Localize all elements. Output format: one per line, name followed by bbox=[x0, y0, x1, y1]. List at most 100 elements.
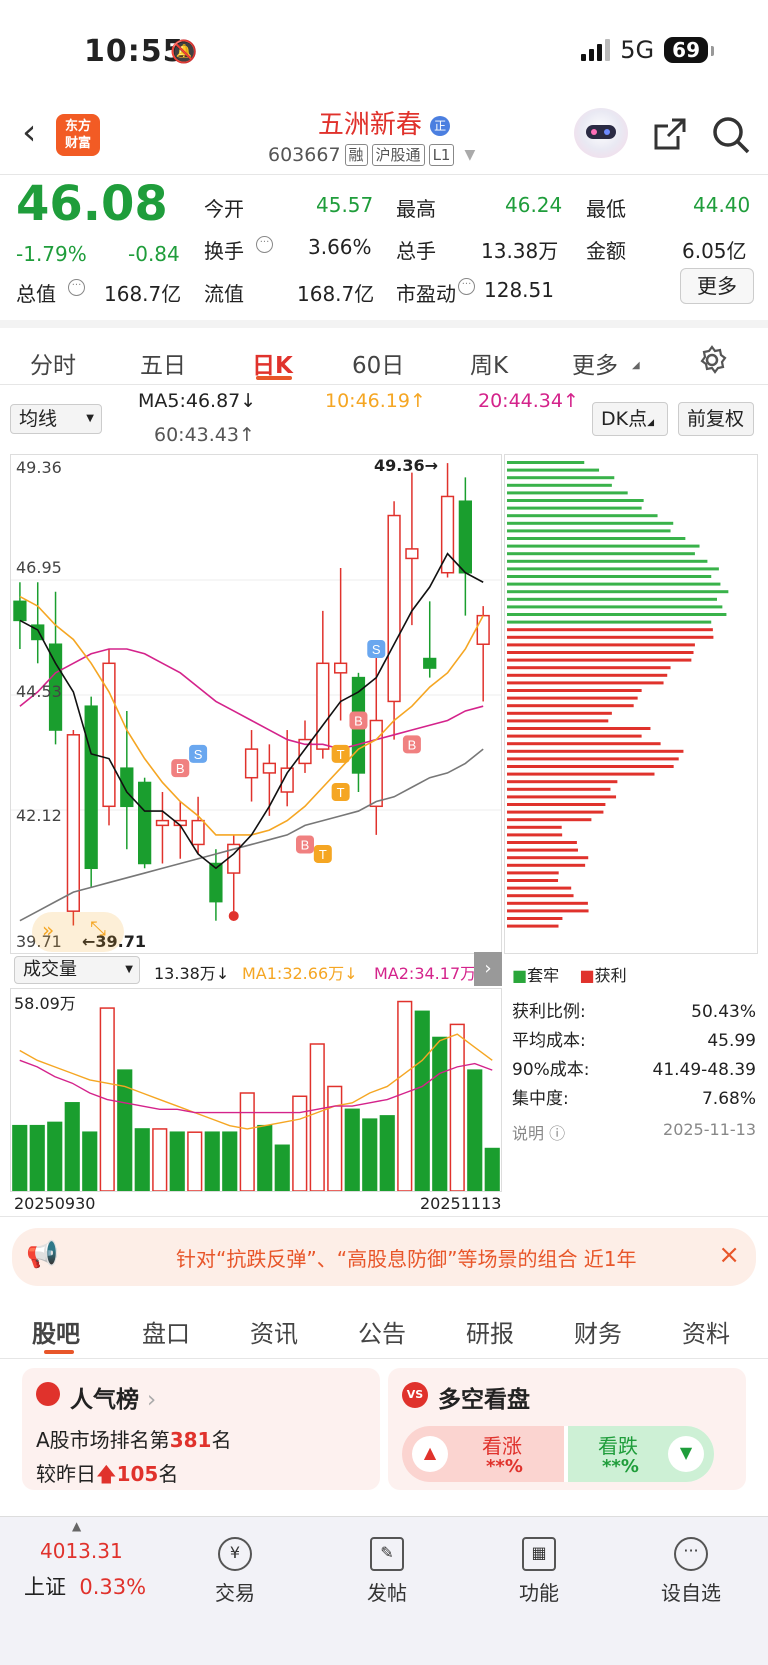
y-tick: 49.36 bbox=[16, 458, 62, 477]
info-icon[interactable]: ··· bbox=[256, 236, 273, 253]
more-triangle-icon: ◢ bbox=[632, 360, 640, 371]
chip-bar bbox=[507, 772, 655, 776]
info-icon[interactable]: ··· bbox=[68, 279, 85, 296]
candle bbox=[84, 705, 98, 870]
index-line[interactable]: 上证 0.33% bbox=[24, 1571, 146, 1601]
tab-60min[interactable]: 60日 bbox=[352, 346, 404, 380]
end-date: 20251113 bbox=[420, 1194, 502, 1213]
dropdown-icon: ▼ bbox=[86, 413, 94, 424]
ma5-label: MA5:46.87↓ bbox=[138, 390, 256, 412]
vote-down-button[interactable]: 看跌 **% ▼ bbox=[568, 1426, 714, 1482]
volume-total: 13.38万↓ bbox=[154, 964, 230, 983]
chevron-down-icon[interactable]: ▼ bbox=[464, 147, 475, 163]
volume-bar bbox=[484, 1147, 500, 1192]
stat-label: 总手 bbox=[396, 239, 436, 263]
tab-finance[interactable]: 财务 bbox=[574, 1314, 622, 1349]
corner-icon: ◢ bbox=[647, 418, 655, 428]
vote-up-button[interactable]: ▲ 看涨 **% bbox=[402, 1426, 564, 1482]
chip-bar bbox=[507, 719, 609, 723]
candle bbox=[316, 662, 330, 750]
chip-bar bbox=[507, 468, 600, 472]
volume-bar bbox=[12, 1124, 28, 1192]
chip-bar bbox=[507, 818, 592, 822]
tab-news[interactable]: 资讯 bbox=[250, 1314, 298, 1349]
note-label: 说明 bbox=[512, 1124, 545, 1143]
chip-stats: 获利比例: 50.43% 平均成本: 45.99 90%成本: 41.49-48.39… bbox=[512, 998, 756, 1114]
stock-name: 五洲新春 bbox=[317, 110, 422, 140]
chip-row-value: 7.68% bbox=[701, 1089, 756, 1109]
tab-more[interactable]: 更多 bbox=[572, 346, 618, 380]
chip-bar bbox=[507, 795, 617, 799]
chip-bar bbox=[507, 841, 577, 844]
chip-note[interactable]: 说明 ⓘ bbox=[512, 1120, 565, 1144]
volume-indicator-select[interactable]: 成交量 ▼ bbox=[14, 956, 140, 984]
popularity-card[interactable]: 人气榜 › A股市场排名第381名 较昨日🡅105名 bbox=[22, 1368, 380, 1490]
tab-announcements[interactable]: 公告 bbox=[358, 1314, 406, 1349]
gear-icon[interactable] bbox=[696, 344, 728, 376]
stock-subtitle: 603667 融 沪股通 L1 ▼ bbox=[268, 144, 475, 166]
volume-bar bbox=[274, 1144, 290, 1192]
tab-pankou[interactable]: 盘口 bbox=[142, 1314, 190, 1349]
signal-label: B bbox=[176, 761, 185, 776]
indicator-select[interactable]: 均线 ▼ bbox=[10, 404, 102, 434]
stat-value: 168.7亿 bbox=[104, 282, 182, 306]
ma20-text: 20:44.34 bbox=[478, 390, 563, 412]
active-tab-indicator bbox=[44, 1350, 74, 1354]
vote-up-value: **% bbox=[486, 1456, 523, 1477]
index-value[interactable]: 4013.31 bbox=[40, 1539, 123, 1563]
expand-button[interactable]: » ⤡ bbox=[32, 912, 124, 952]
promo-banner[interactable]: 📢 针对“抗跌反弹”、“高股息防御”等场景的组合 近1年 × bbox=[12, 1228, 756, 1286]
chip-row-label: 平均成本: bbox=[512, 1031, 586, 1051]
more-stats-button[interactable]: 更多 bbox=[680, 268, 754, 304]
volume-bar bbox=[449, 1023, 465, 1192]
chip-bar bbox=[507, 742, 661, 746]
legend-trapped: 套牢 bbox=[527, 966, 560, 985]
chip-bar bbox=[507, 681, 664, 685]
chip-row-label: 90%成本: bbox=[512, 1060, 590, 1080]
nav-trade[interactable]: ¥ 交易 bbox=[190, 1537, 280, 1606]
chip-bar bbox=[507, 529, 671, 533]
high-marker: 49.36→ bbox=[374, 456, 439, 475]
signal-label: B bbox=[354, 714, 363, 729]
rank-prefix: A股市场排名第 bbox=[36, 1428, 170, 1452]
adjust-button[interactable]: 前复权 bbox=[678, 402, 754, 436]
nav-functions[interactable]: ▦ 功能 bbox=[494, 1537, 584, 1606]
stat-value: 46.24 bbox=[505, 193, 563, 217]
tab-research[interactable]: 研报 bbox=[466, 1314, 514, 1349]
info-icon[interactable]: ··· bbox=[458, 278, 475, 295]
chip-bar bbox=[507, 590, 729, 594]
change-suffix: 名 bbox=[158, 1462, 179, 1486]
tab-weekly-k[interactable]: 周K bbox=[470, 346, 508, 380]
tag-connect: 沪股通 bbox=[371, 144, 425, 166]
close-icon[interactable]: × bbox=[718, 1240, 740, 1270]
chip-bar bbox=[507, 476, 615, 480]
chip-bar bbox=[507, 810, 604, 814]
change-value: 105 bbox=[116, 1462, 159, 1486]
volume-bar bbox=[362, 1118, 378, 1192]
nav-watchlist[interactable]: ··· 设自选 bbox=[646, 1537, 736, 1606]
tab-five-day[interactable]: 五日 bbox=[140, 346, 186, 380]
share-icon[interactable] bbox=[650, 114, 690, 154]
robot-avatar-icon[interactable] bbox=[574, 108, 628, 158]
chip-date: 2025-11-13 bbox=[663, 1120, 756, 1139]
chip-bar bbox=[507, 514, 658, 518]
tab-guba[interactable]: 股吧 bbox=[32, 1314, 80, 1349]
tag-margin: 融 bbox=[344, 144, 368, 166]
kline-svg: BSTBTBTSB bbox=[11, 463, 501, 926]
tab-profile[interactable]: 资料 bbox=[682, 1314, 730, 1349]
dk-label: DK点 bbox=[601, 408, 648, 430]
chevron-right-icon[interactable]: › bbox=[474, 952, 502, 986]
chip-legend: ■套牢 ■获利 bbox=[512, 966, 627, 985]
volume-bar bbox=[187, 1131, 203, 1192]
search-icon[interactable] bbox=[710, 114, 752, 156]
kline-chart[interactable]: BSTBTBTSB bbox=[10, 454, 502, 954]
chip-bar bbox=[507, 863, 586, 867]
candle bbox=[244, 748, 259, 779]
chip-bar bbox=[507, 582, 721, 586]
nav-post[interactable]: ✎ 发帖 bbox=[342, 1537, 432, 1606]
dk-point-select[interactable]: DK点◢ bbox=[592, 402, 668, 436]
tab-intraday[interactable]: 分时 bbox=[30, 346, 76, 380]
popularity-title-text: 人气榜 bbox=[70, 1387, 139, 1413]
chip-row-value: 50.43% bbox=[691, 1002, 756, 1022]
tab-daily-k[interactable]: 日K bbox=[252, 346, 293, 380]
